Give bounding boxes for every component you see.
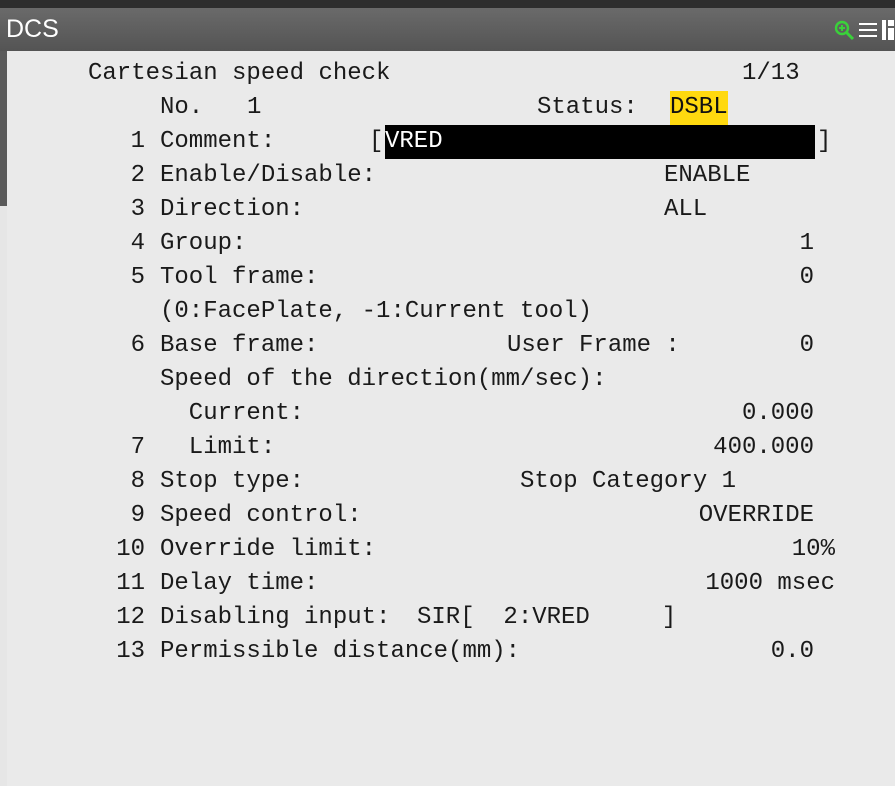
hint-text: (0:FacePlate, -1:Current tool) (160, 298, 593, 325)
bracket-close: ] (817, 128, 832, 155)
row-value[interactable]: 0 (507, 261, 814, 295)
row-number: 12 (116, 604, 145, 631)
row-value[interactable]: ENABLE (664, 159, 750, 193)
split-screen-icon[interactable] (881, 18, 895, 42)
top-border (0, 0, 895, 8)
status-badge: DSBL (670, 91, 728, 125)
row-value: 0.000 (741, 400, 814, 427)
row-number: 1 (130, 128, 145, 155)
row-label: Override limit: (160, 536, 377, 563)
window-title: DCS (6, 15, 59, 43)
row-speed-heading: Speed of the direction(mm/sec): (7, 363, 895, 397)
row-value[interactable]: OVERRIDE (507, 499, 814, 533)
row-number: 7 (130, 434, 145, 461)
row-base-frame[interactable]: 6 Base frame: User Frame : 0 (7, 329, 895, 363)
row-number: 10 (116, 536, 145, 563)
row-value[interactable]: 10% (507, 533, 835, 567)
row-group[interactable]: 4 Group: 1 (7, 227, 895, 261)
row-label: Enable/Disable: (160, 162, 377, 189)
row-delay-time[interactable]: 11 Delay time: 1000 msec (7, 567, 895, 601)
row-number: 2 (130, 162, 145, 189)
row-number: 11 (116, 570, 145, 597)
header-line: Cartesian speed check 1/13 (7, 57, 895, 91)
row-stop-type[interactable]: 8 Stop type: Stop Category 1 (7, 465, 895, 499)
row-number: 4 (130, 230, 145, 257)
row-label: Tool frame: (160, 264, 319, 291)
row-override-limit[interactable]: 10 Override limit: 10% (7, 533, 895, 567)
row-direction[interactable]: 3 Direction: ALL (7, 193, 895, 227)
title-bar-icons (833, 8, 895, 51)
row-tool-frame[interactable]: 5 Tool frame: 0 (7, 261, 895, 295)
row-number: 9 (130, 502, 145, 529)
row-value[interactable]: 0 (707, 329, 814, 363)
row-value[interactable]: ALL (664, 193, 707, 227)
row-disabling-input[interactable]: 12 Disabling input: SIR[ 2:VRED ] (7, 601, 895, 635)
row-label: Disabling input: (160, 604, 391, 631)
left-edge (0, 51, 7, 206)
comment-field[interactable]: VRED (385, 125, 815, 159)
frame-type-label: User Frame : (507, 332, 680, 359)
row-number: 8 (130, 468, 145, 495)
row-value[interactable]: SIR[ 2:VRED ] (417, 601, 676, 635)
zoom-in-icon[interactable] (833, 19, 855, 41)
row-label: Delay time: (160, 570, 319, 597)
row-label: Direction: (160, 196, 305, 223)
bracket-open: [ (369, 128, 384, 155)
row-number: 3 (130, 196, 145, 223)
row-label: Current: (160, 400, 305, 427)
row-label: Comment: (160, 128, 276, 155)
number-line: No. 1 Status: DSBL (7, 91, 895, 125)
row-value[interactable]: Stop Category 1 (520, 465, 736, 499)
row-value[interactable]: 0.0 (507, 635, 814, 669)
row-value[interactable]: 400.000 (507, 431, 814, 465)
row-number: 6 (130, 332, 145, 359)
row-permissible-distance[interactable]: 13 Permissible distance(mm): 0.0 (7, 635, 895, 669)
row-value[interactable]: 1000 msec (507, 567, 835, 601)
section-label: Speed of the direction(mm/sec): (160, 366, 607, 393)
row-value[interactable]: 1 (507, 227, 814, 261)
row-label: Stop type: (160, 468, 305, 495)
row-number: 5 (130, 264, 145, 291)
status-label: Status: (537, 94, 638, 121)
row-label: Limit: (160, 434, 276, 461)
row-label: Group: (160, 230, 247, 257)
dcs-screen: Cartesian speed check 1/13 No. 1 Status:… (7, 51, 895, 786)
row-tool-frame-hint: (0:FacePlate, -1:Current tool) (7, 295, 895, 329)
page-heading: Cartesian speed check (88, 60, 391, 87)
row-label: Permissible distance(mm): (160, 638, 521, 665)
menu-icon[interactable] (857, 19, 879, 41)
row-label: Base frame: (160, 332, 319, 359)
row-speed-control[interactable]: 9 Speed control: OVERRIDE (7, 499, 895, 533)
no-value: 1 (247, 94, 262, 121)
no-label: No. (160, 94, 204, 121)
page-indicator: 1/13 (742, 60, 800, 87)
title-bar: DCS (0, 8, 895, 51)
row-label: Speed control: (160, 502, 362, 529)
row-limit[interactable]: 7 Limit: 400.000 (7, 431, 895, 465)
row-comment[interactable]: 1 Comment: [ VRED ] (7, 125, 895, 159)
row-number: 13 (116, 638, 145, 665)
row-current-speed: Current: 0.000 (7, 397, 895, 431)
row-enable-disable[interactable]: 2 Enable/Disable: ENABLE (7, 159, 895, 193)
